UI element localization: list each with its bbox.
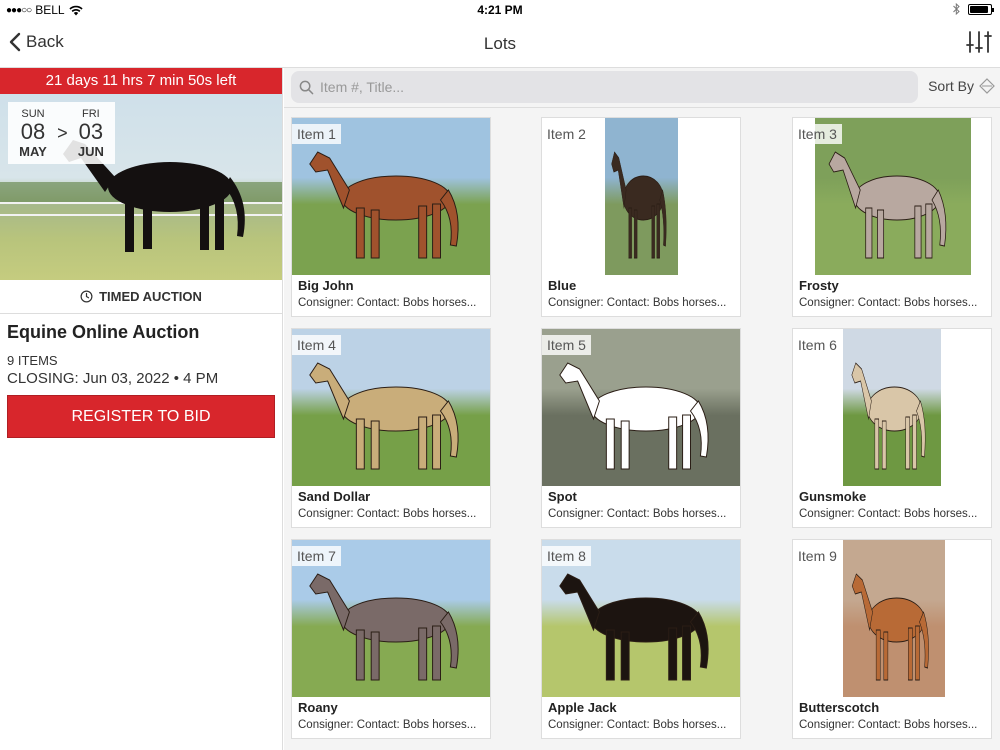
lot-card[interactable]: Item 6 Gunsmoke Consigner: Contact: Bobs h… [792,328,992,528]
lot-image: Item 3 [793,118,991,275]
search-input[interactable] [320,79,900,95]
lot-consignor: Consigner: Contact: Bobs horses... [548,719,727,731]
horse-photo [611,151,667,259]
lot-title: Blue [548,278,577,293]
lot-image: Item 1 [292,118,490,275]
lot-consignor: Consigner: Contact: Bobs horses... [298,719,477,731]
lot-image: Item 9 [793,540,991,697]
lot-item-number: Item 2 [542,124,591,144]
lot-card[interactable]: Item 1 Big John Consigner: Contact: Bobs h… [291,117,491,317]
lot-title: Sand Dollar [298,489,371,504]
grid-divider [284,107,1000,108]
auction-type-label: TIMED AUCTION [0,280,282,314]
date-arrow: > [57,122,68,143]
register-to-bid-button[interactable]: REGISTER TO BID [7,395,275,438]
lot-item-number: Item 9 [793,546,842,566]
lot-consignor: Consigner: Contact: Bobs horses... [298,508,477,520]
auction-hero-image: SUN 08 MAY > FRI 03 JUN [0,94,282,280]
auction-title: Equine Online Auction [7,322,200,342]
bluetooth-icon [953,3,960,15]
auction-info: Equine Online Auction 9 ITEMS CLOSING: J… [0,314,282,446]
lot-consignor: Consigner: Contact: Bobs horses... [548,508,727,520]
lot-item-number: Item 4 [292,335,341,355]
lots-grid-panel: Sort By Item 1 Big John Consigner: Contact… [284,68,1000,750]
sort-diamond-icon [979,78,995,94]
clock-icon [80,290,93,303]
lot-card[interactable]: Item 2 Blue Consigner: Contact: Bobs horse… [541,117,741,317]
lot-item-number: Item 5 [542,335,591,355]
lot-card[interactable]: Item 3 Frosty Consigner: Contact: Bobs hor… [792,117,992,317]
lot-item-number: Item 7 [292,546,341,566]
countdown-banner: 21 days 11 hrs 7 min 50s left [0,68,282,94]
auction-detail-panel: 21 days 11 hrs 7 min 50s left SUN 08 MAY… [0,68,283,750]
lot-title: Big John [298,278,354,293]
sort-by-button[interactable]: Sort By [928,78,995,94]
lot-item-number: Item 1 [292,124,341,144]
lot-title: Apple Jack [548,700,617,715]
lot-card[interactable]: Item 7 Roany Consigner: Contact: Bobs hors… [291,539,491,739]
lot-image: Item 7 [292,540,490,697]
lot-consignor: Consigner: Contact: Bobs horses... [799,508,978,520]
lot-consignor: Consigner: Contact: Bobs horses... [548,297,727,309]
lot-image: Item 8 [542,540,740,697]
lot-consignor: Consigner: Contact: Bobs horses... [298,297,477,309]
auction-date-range: SUN 08 MAY > FRI 03 JUN [8,102,115,164]
search-bar[interactable] [291,71,918,103]
auction-items-count: 9 ITEMS [7,353,58,368]
status-time: 4:21 PM [477,3,523,17]
lot-image: Item 2 [542,118,740,275]
battery-icon [968,3,994,15]
lot-image: Item 5 [542,329,740,486]
lot-consignor: Consigner: Contact: Bobs horses... [799,719,978,731]
sort-by-label: Sort By [928,78,974,94]
filter-sliders-icon[interactable] [966,28,992,56]
lot-title: Gunsmoke [799,489,867,504]
search-icon [299,80,314,94]
end-date: FRI 03 JUN [77,107,104,159]
lot-card[interactable]: Item 9 Butterscotch Consigner: Contact: Bo… [792,539,992,739]
status-right [953,3,994,15]
lot-consignor: Consigner: Contact: Bobs horses... [799,297,978,309]
start-date: SUN 08 MAY [19,107,47,159]
lot-title: Roany [298,700,338,715]
lot-item-number: Item 6 [793,335,842,355]
lot-card[interactable]: Item 5 Spot Consigner: Contact: Bobs horse… [541,328,741,528]
lot-title: Butterscotch [799,700,880,715]
lot-card[interactable]: Item 8 Apple Jack Consigner: Contact: Bobs… [541,539,741,739]
auction-closing-time: CLOSING: Jun 03, 2022 • 4 PM [7,370,219,387]
lot-item-number: Item 3 [793,124,842,144]
page-title: Lots [483,34,517,53]
nav-bar: Back Lots [0,20,1000,68]
lot-image: Item 4 [292,329,490,486]
horse-photo [851,362,926,470]
horse-photo [851,573,929,681]
status-bar: ●●●○○ BELL 4:21 PM [0,0,1000,20]
lot-item-number: Item 8 [542,546,591,566]
lot-title: Frosty [799,278,839,293]
lot-image: Item 6 [793,329,991,486]
lot-title: Spot [548,489,577,504]
lot-card[interactable]: Item 4 Sand Dollar Consigner: Contact: Bob… [291,328,491,528]
